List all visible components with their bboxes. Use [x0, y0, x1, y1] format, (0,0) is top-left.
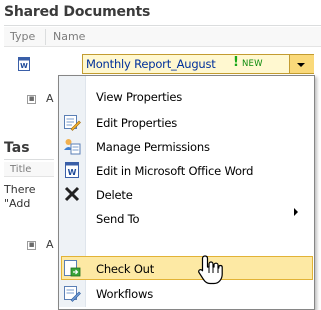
add-bullet-icon: ▪ [27, 240, 36, 250]
word-document-icon[interactable]: W [17, 57, 31, 71]
word-document-icon: W [65, 162, 79, 178]
add-document-link[interactable]: A [46, 92, 54, 105]
menu-item-delete[interactable]: Delete [96, 188, 133, 202]
delete-x-icon [64, 186, 80, 202]
menu-item-manage-permissions[interactable]: Manage Permissions [96, 140, 210, 154]
empty-list-message: There [4, 183, 36, 196]
menu-item-workflows[interactable]: Workflows [96, 287, 153, 301]
manage-permissions-icon [64, 139, 81, 155]
svg-text:W: W [68, 168, 77, 177]
new-item-mark: ! [233, 55, 239, 70]
list-header-row [4, 27, 321, 47]
document-name-link[interactable]: Monthly Report_August [86, 57, 216, 71]
column-header-title[interactable]: Title [10, 164, 31, 175]
column-header-name[interactable]: Name [53, 30, 85, 43]
menu-item-check-out[interactable]: Check Out [96, 262, 154, 276]
workflows-icon [64, 286, 81, 302]
menu-item-edit-in-word[interactable]: Edit in Microsoft Office Word [96, 164, 253, 178]
new-badge: NEW [242, 59, 263, 69]
add-task-link[interactable]: A [46, 238, 54, 251]
menu-item-view-properties[interactable]: View Properties [96, 90, 182, 104]
shared-documents-title[interactable]: Shared Documents [4, 4, 150, 20]
column-header-type[interactable]: Type [10, 30, 35, 43]
menu-item-edit-properties[interactable]: Edit Properties [96, 116, 177, 130]
menu-item-send-to[interactable]: Send To [96, 212, 140, 226]
add-bullet-icon: ▪ [27, 94, 36, 104]
column-separator [45, 29, 46, 45]
chevron-down-icon [297, 63, 305, 67]
tasks-title[interactable]: Tas [4, 140, 30, 156]
check-out-icon [64, 260, 81, 277]
empty-list-message-line2: "Add [4, 197, 31, 210]
title-divider [4, 159, 54, 160]
title-divider [4, 25, 321, 26]
chevron-right-icon [294, 208, 298, 216]
edit-properties-icon [64, 115, 81, 131]
hand-pointer-cursor-icon [198, 255, 223, 285]
svg-text:W: W [20, 62, 28, 70]
